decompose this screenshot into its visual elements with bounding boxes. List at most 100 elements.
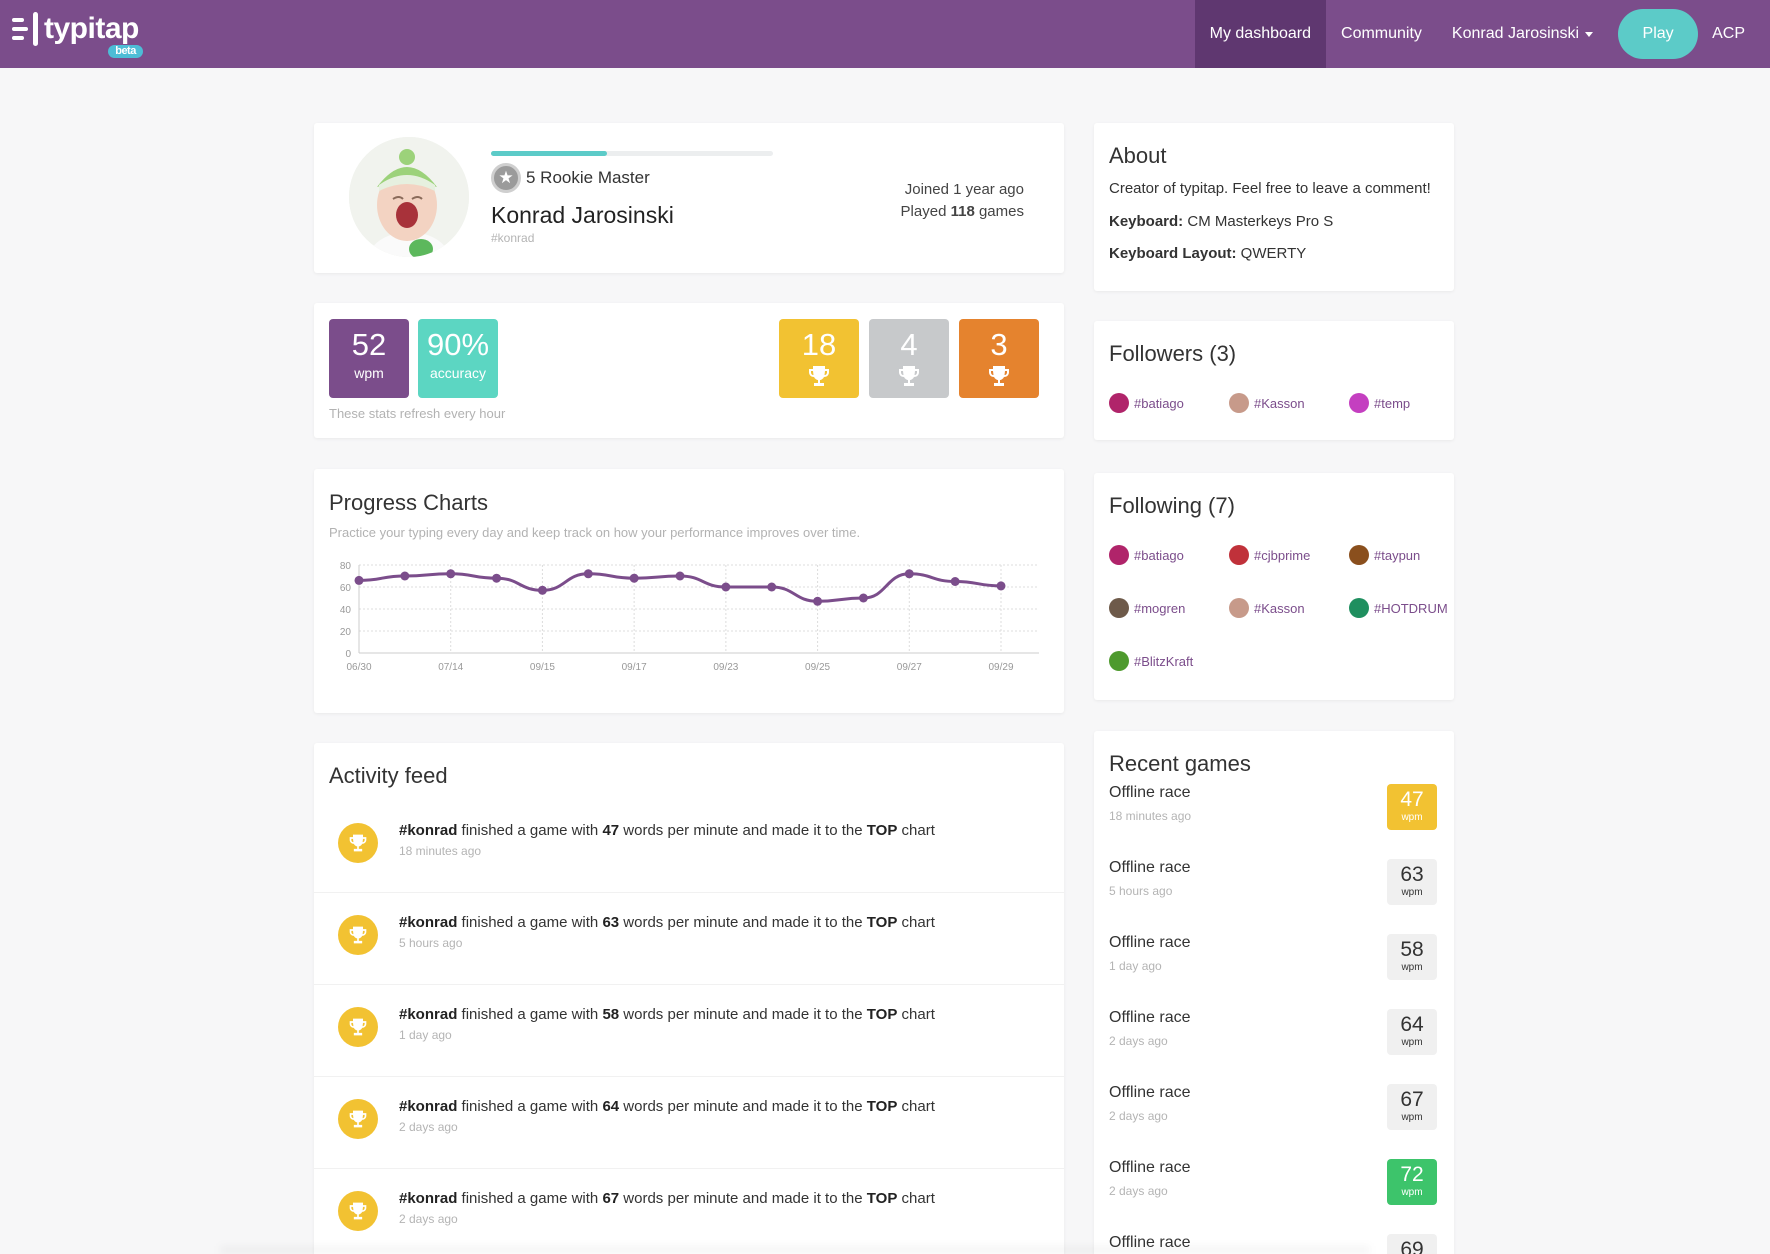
game-name: Offline race xyxy=(1109,784,1191,801)
y-tick-label: 40 xyxy=(340,605,352,616)
caret-down-icon xyxy=(1585,31,1594,37)
y-tick-label: 20 xyxy=(340,627,352,638)
gold-trophy-count: 18 xyxy=(801,327,837,362)
played-count: 118 xyxy=(950,203,975,220)
recent-game-row[interactable]: Offline race 2 days ago 64 wpm xyxy=(1094,1009,1452,1084)
activity-wpm: 63 xyxy=(602,914,620,931)
wpm-badge: 67 wpm xyxy=(1387,1084,1437,1130)
user-handle: #mogren xyxy=(1134,600,1186,616)
wpm-badge-unit: wpm xyxy=(1401,1037,1423,1048)
wpm-badge-value: 72 xyxy=(1400,1163,1424,1186)
nav-my-dashboard[interactable]: My dashboard xyxy=(1194,0,1327,68)
trophy-icon xyxy=(338,1007,378,1047)
star-icon: ★ xyxy=(491,163,521,193)
user-chip[interactable]: #cjbprime xyxy=(1229,545,1310,565)
user-handle: #cjbprime xyxy=(1254,547,1311,563)
wpm-badge-value: 58 xyxy=(1400,938,1424,961)
activity-wpm: 47 xyxy=(602,822,620,839)
activity-title: Activity feed xyxy=(329,763,448,788)
profile-handle: #konrad xyxy=(491,231,535,245)
profile-card: ★ 5 Rookie Master Konrad Jarosinski #kon… xyxy=(314,123,1064,273)
progress-title: Progress Charts xyxy=(329,490,488,515)
activity-user[interactable]: #konrad xyxy=(399,822,457,839)
game-name: Offline race xyxy=(1109,1009,1191,1026)
wpm-badge: 69 xyxy=(1387,1234,1437,1254)
following-title: Following (7) xyxy=(1109,493,1235,518)
top-navbar: typitap beta My dashboard Community Konr… xyxy=(0,0,1770,68)
trophy-icon xyxy=(779,365,859,387)
game-time: 2 days ago xyxy=(1109,1034,1168,1048)
activity-text: #konrad finished a game with 67 words pe… xyxy=(399,1190,935,1207)
nav-user-menu[interactable]: Konrad Jarosinski xyxy=(1437,0,1608,68)
beta-badge: beta xyxy=(108,45,143,58)
recent-game-row[interactable]: Offline race 2 days ago 67 wpm xyxy=(1094,1084,1452,1159)
nav-community[interactable]: Community xyxy=(1326,0,1437,68)
trophy-icon xyxy=(338,1099,378,1139)
data-point xyxy=(813,596,823,606)
play-button[interactable]: Play xyxy=(1618,9,1699,59)
wpm-badge: 47 wpm xyxy=(1387,784,1437,830)
recent-game-row[interactable]: Offline race 18 minutes ago 47 wpm xyxy=(1094,784,1452,859)
user-avatar xyxy=(1349,393,1369,413)
activity-wpm: 67 xyxy=(602,1190,620,1207)
recent-game-row[interactable]: Offline race 2 days ago 72 wpm xyxy=(1094,1159,1452,1234)
activity-time: 2 days ago xyxy=(399,1120,458,1134)
rank-row: ★ 5 Rookie Master xyxy=(491,163,650,193)
followers-title: Followers (3) xyxy=(1109,341,1237,366)
x-tick-label: 09/23 xyxy=(713,662,738,673)
about-bio: Creator of typitap. Feel free to leave a… xyxy=(1109,180,1431,197)
wpm-badge: 58 wpm xyxy=(1387,934,1437,980)
accuracy-label: accuracy xyxy=(429,365,487,381)
following-card: Following (7) #batiago #cjbprime #taypun #m… xyxy=(1094,473,1454,700)
activity-time: 18 minutes ago xyxy=(399,844,482,858)
user-chip[interactable]: #BlitzKraft xyxy=(1109,651,1193,671)
user-chip[interactable]: #mogren xyxy=(1109,598,1185,618)
activity-text: #konrad finished a game with 63 words pe… xyxy=(399,914,935,931)
activity-user[interactable]: #konrad xyxy=(399,1190,457,1207)
recent-game-row[interactable]: Offline race 5 hours ago 63 wpm xyxy=(1094,859,1452,934)
silver-trophy-stat: 4 xyxy=(869,319,949,398)
user-chip[interactable]: #batiago xyxy=(1109,545,1184,565)
level-progress-bar xyxy=(491,151,773,156)
activity-user[interactable]: #konrad xyxy=(399,914,457,931)
user-chip[interactable]: #Kasson xyxy=(1229,598,1305,618)
followers-card: Followers (3) #batiago #Kasson #temp xyxy=(1094,321,1454,440)
wpm-badge-unit: wpm xyxy=(1401,812,1423,823)
game-time: 18 minutes ago xyxy=(1109,809,1192,823)
activity-item: #konrad finished a game with 67 words pe… xyxy=(314,1169,1064,1254)
wpm-badge: 64 wpm xyxy=(1387,1009,1437,1055)
wpm-label: wpm xyxy=(354,365,384,381)
game-name: Offline race xyxy=(1109,934,1191,951)
wpm-stat: 52 wpm xyxy=(329,319,409,398)
bottom-shadow xyxy=(220,1246,1370,1254)
y-tick-label: 0 xyxy=(345,649,351,660)
trophy-icon xyxy=(338,1191,378,1231)
user-chip[interactable]: #taypun xyxy=(1349,545,1420,565)
user-chip[interactable]: #Kasson xyxy=(1229,393,1305,413)
user-handle: #taypun xyxy=(1374,547,1421,563)
activity-text: #konrad finished a game with 47 words pe… xyxy=(399,822,935,839)
activity-user[interactable]: #konrad xyxy=(399,1006,457,1023)
data-point xyxy=(400,571,410,581)
user-chip[interactable]: #temp xyxy=(1349,393,1410,413)
data-point xyxy=(721,582,731,592)
activity-user[interactable]: #konrad xyxy=(399,1098,457,1115)
recent-games-title: Recent games xyxy=(1109,751,1251,776)
recent-game-row[interactable]: Offline race 1 day ago 58 wpm xyxy=(1094,934,1452,1009)
game-name: Offline race xyxy=(1109,1084,1191,1101)
nav-acp[interactable]: ACP xyxy=(1712,25,1770,43)
trophy-icon xyxy=(338,915,378,955)
wpm-badge-value: 64 xyxy=(1400,1013,1424,1036)
nav-user-name: Konrad Jarosinski xyxy=(1451,25,1580,42)
progress-card: Progress Charts Practice your typing eve… xyxy=(314,469,1064,713)
wpm-badge-value: 63 xyxy=(1400,863,1424,886)
game-time: 2 days ago xyxy=(1109,1184,1168,1198)
data-point xyxy=(446,569,456,579)
progress-subtitle: Practice your typing every day and keep … xyxy=(329,525,861,540)
user-chip[interactable]: #batiago xyxy=(1109,393,1184,413)
typitap-logo[interactable]: typitap beta xyxy=(12,12,143,58)
data-point xyxy=(996,581,1006,591)
user-handle: #batiago xyxy=(1134,395,1184,411)
user-chip[interactable]: #HOTDRUM xyxy=(1349,598,1448,618)
played-text: Played 118 games xyxy=(900,203,1024,220)
